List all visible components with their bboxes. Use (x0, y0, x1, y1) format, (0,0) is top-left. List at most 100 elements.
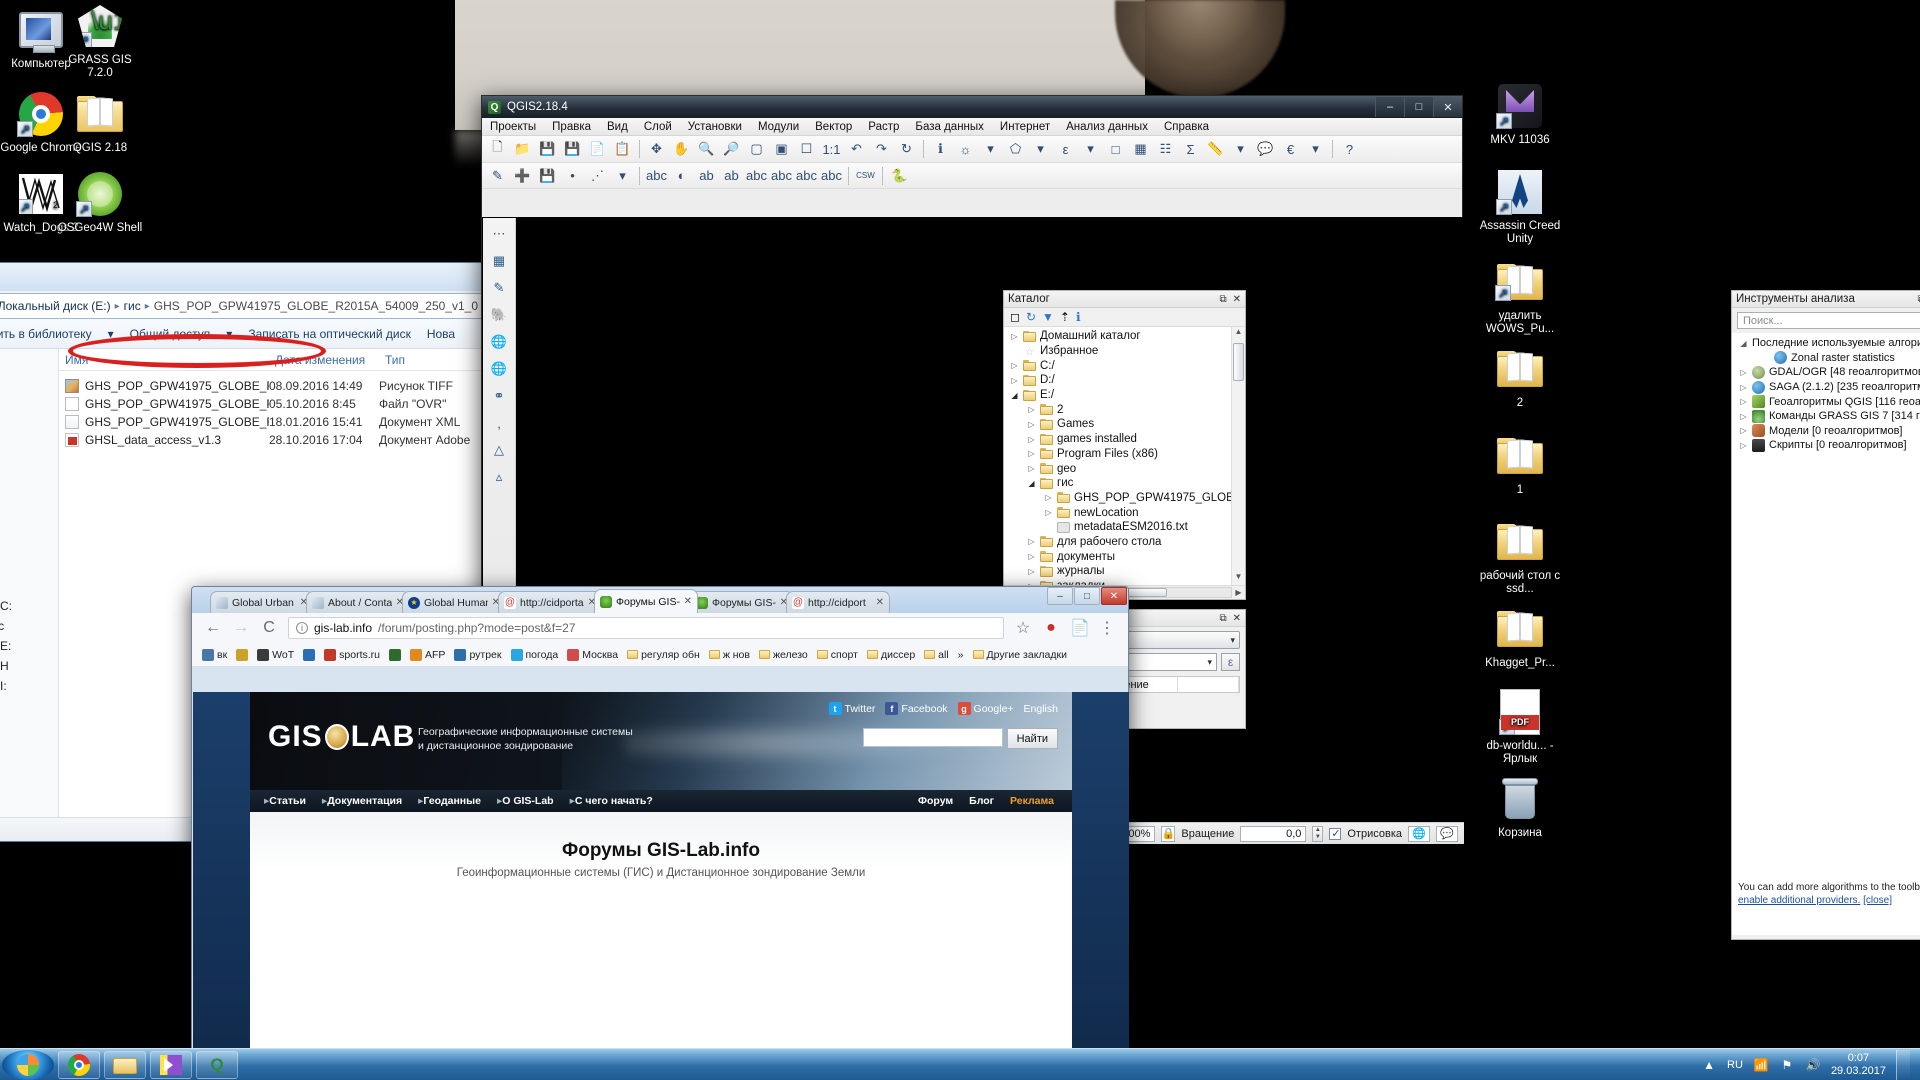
forward-icon[interactable]: → (232, 619, 250, 637)
opera-extension-icon[interactable]: ● (1042, 619, 1060, 637)
breadcrumb-item[interactable]: Локальный диск (E:) (0, 299, 111, 313)
expand-arrow-open-icon[interactable]: ◢ (1010, 391, 1019, 400)
bookmark-item[interactable]: железо (758, 649, 808, 661)
collapse-all-icon[interactable]: ⇡ (1060, 310, 1070, 324)
catalog-tree-item[interactable]: ▷ games installed (1004, 432, 1245, 447)
expand-arrow-closed-icon[interactable]: ▷ (1739, 441, 1748, 450)
social-links[interactable]: t Twitter f Facebook g Google+ English (828, 702, 1058, 715)
bookmark-item[interactable]: ж нов (708, 649, 750, 661)
nav-articles[interactable]: Статьи (264, 795, 306, 807)
save-as-icon[interactable]: 💾 (561, 138, 584, 160)
scroll-down-icon[interactable]: ▼ (1232, 572, 1245, 585)
csw-catalog-icon[interactable]: CSW (854, 165, 877, 187)
nav-item[interactable]: ображения (0, 502, 58, 522)
site-search[interactable]: Найти (862, 728, 1058, 749)
facebook-link[interactable]: f Facebook (885, 702, 948, 715)
expand-arrow-open-icon[interactable]: ◢ (1027, 479, 1036, 488)
bookmark-item[interactable]: рутрек (454, 648, 502, 661)
expand-arrow-closed-icon[interactable]: ▷ (1027, 464, 1036, 473)
expand-arrow-closed-icon[interactable]: ▷ (1027, 449, 1036, 458)
table-row[interactable]: GHS_POP_GPW41975_GLOBE_R2015A_54... 08.0… (59, 377, 489, 394)
bookmark-star-icon[interactable]: ☆ (1014, 618, 1032, 638)
expand-arrow-closed-icon[interactable]: ▷ (1010, 361, 1019, 370)
composer-manager-icon[interactable]: 📋 (611, 138, 634, 160)
nav-item[interactable]: кальный диск (E: (0, 636, 58, 656)
expand-arrow-closed-icon[interactable]: ▷ (1739, 368, 1748, 377)
refresh-icon[interactable]: ↻ (895, 138, 918, 160)
deselect-icon[interactable]: □ (1104, 138, 1127, 160)
open-project-icon[interactable]: 📁 (511, 138, 534, 160)
scale-lock-icon[interactable]: 🔒 (1161, 825, 1176, 842)
nav-documentation[interactable]: Документация (322, 795, 402, 807)
statistics-icon[interactable]: Σ (1179, 138, 1202, 160)
catalog-vertical-scrollbar[interactable]: ▲ ▼ (1231, 327, 1245, 585)
toolbox-tree-item[interactable]: ▷ Скрипты [0 геоалгоритмов] (1732, 438, 1920, 453)
close-icon[interactable]: ✕ (876, 597, 884, 608)
minimize-button[interactable]: – (1047, 587, 1073, 605)
catalog-tree-item[interactable]: ☆ Избранное (1004, 344, 1245, 359)
toolbar-share[interactable]: Общий доступ (130, 327, 211, 341)
new-geopackage-icon[interactable]: ▵ (486, 465, 512, 489)
chevron-down-icon[interactable]: ▾ (1229, 138, 1252, 160)
explorer-nav-pane[interactable]: анное рузки давние места бочий стол иоте… (0, 349, 59, 839)
menu-settings[interactable]: Установки (680, 121, 750, 133)
nav-group[interactable]: ашняя группа (0, 542, 58, 569)
tray-expand-icon[interactable]: ▲ (1701, 1057, 1717, 1073)
nav-item[interactable]: кальный диск (H (0, 656, 58, 676)
rotate-label-icon[interactable]: abc (795, 165, 818, 187)
expand-arrow-closed-icon[interactable]: ▷ (1739, 397, 1748, 406)
rotation-value[interactable]: 0,0 (1240, 825, 1307, 842)
expand-arrow-closed-icon[interactable]: ▷ (1027, 435, 1036, 444)
zoom-out-icon[interactable]: 🔎 (720, 138, 743, 160)
bookmark-item[interactable]: диссер (866, 649, 915, 661)
desktop-icon-delete-wows[interactable]: удалить WOWS_Pu... (1477, 258, 1563, 336)
address-bar[interactable]: i gis-lab.info/forum/posting.php?mode=po… (288, 617, 1004, 639)
catalog-tree-item[interactable]: ▷ Домашний каталог (1004, 329, 1245, 344)
catalog-toolbar[interactable]: ◻ ↻ ▼ ⇡ ℹ (1004, 308, 1245, 327)
catalog-tree-item[interactable]: ◢ гис (1004, 476, 1245, 491)
catalog-tree-item[interactable]: ▷ Games (1004, 417, 1245, 432)
qgis-toolbar-labels[interactable]: ✎ ➕ 💾 • ⋰ ▾ abc ◐ ab ab abc abc abc abc … (482, 163, 1462, 189)
nav-getting-started[interactable]: С чего начать? (570, 795, 653, 807)
back-icon[interactable]: ← (204, 619, 222, 637)
nav-item[interactable]: бочий стол (0, 415, 58, 435)
add-wfs-layer-icon[interactable]: ⚭ (486, 384, 512, 408)
crs-status-icon[interactable]: 🌐 (1408, 825, 1430, 842)
nav-item[interactable]: рузки (0, 375, 58, 395)
expression-icon[interactable]: ε (1221, 653, 1240, 671)
toolbox-tree-item[interactable]: ▷ GDAL/OGR [48 геоалгоритмов] (1732, 365, 1920, 380)
zoom-in-icon[interactable]: 🔍 (695, 138, 718, 160)
browser-tab[interactable]: Global Human✕ (402, 591, 506, 613)
new-shapefile-icon[interactable]: △ (486, 438, 512, 462)
annotation-icon[interactable]: 💬 (1254, 138, 1277, 160)
node-tool-icon[interactable]: • (561, 165, 584, 187)
add-feature-icon[interactable]: ➕ (511, 165, 534, 187)
menu-web[interactable]: Интернет (992, 121, 1058, 133)
toolbox-tree-item[interactable]: ◢ Последние используемые алгоритмы (1732, 336, 1920, 351)
select-expression-icon[interactable]: ε (1054, 138, 1077, 160)
chevron-down-icon[interactable]: ▾ (611, 165, 634, 187)
add-vector-layer-icon[interactable]: ⋯ (486, 222, 512, 246)
bookmark-item[interactable]: спорт (816, 649, 858, 661)
expand-arrow-closed-icon[interactable]: ▷ (1010, 376, 1019, 385)
bookmark-item[interactable]: погода (510, 648, 558, 661)
filter-icon[interactable]: ▼ (1042, 310, 1054, 324)
nav-item[interactable]: давние места (0, 395, 58, 415)
zoom-last-icon[interactable]: ↶ (845, 138, 868, 160)
catalog-tree-item[interactable]: ▷ журналы (1004, 564, 1245, 579)
table-row[interactable]: GHS_POP_GPW41975_GLOBE_R2015A_54... 05.1… (59, 395, 489, 412)
chevron-down-icon[interactable]: ▾ (1029, 138, 1052, 160)
browser-tab[interactable]: About / Conta ✕ (306, 591, 410, 613)
toolbox-tree[interactable]: ◢ Последние используемые алгоритмыZonal r… (1732, 333, 1920, 935)
add-selected-layers-icon[interactable]: ◻ (1010, 310, 1020, 324)
change-label-icon[interactable]: abc (820, 165, 843, 187)
expand-arrow-closed-icon[interactable]: ▷ (1027, 552, 1036, 561)
toolbox-tree-item[interactable]: ▷ Команды GRASS GIS 7 [314 геоалгорит... (1732, 409, 1920, 424)
nav-item[interactable]: кальный диск (I: (0, 676, 58, 696)
save-edits-icon[interactable]: 💾 (536, 165, 559, 187)
english-link[interactable]: English (1024, 703, 1058, 715)
close-icon[interactable]: ✕ (1233, 613, 1241, 624)
pin-label-icon[interactable]: abc (770, 165, 793, 187)
search-input[interactable] (862, 728, 1003, 747)
scrollbar-thumb[interactable] (1233, 343, 1244, 381)
